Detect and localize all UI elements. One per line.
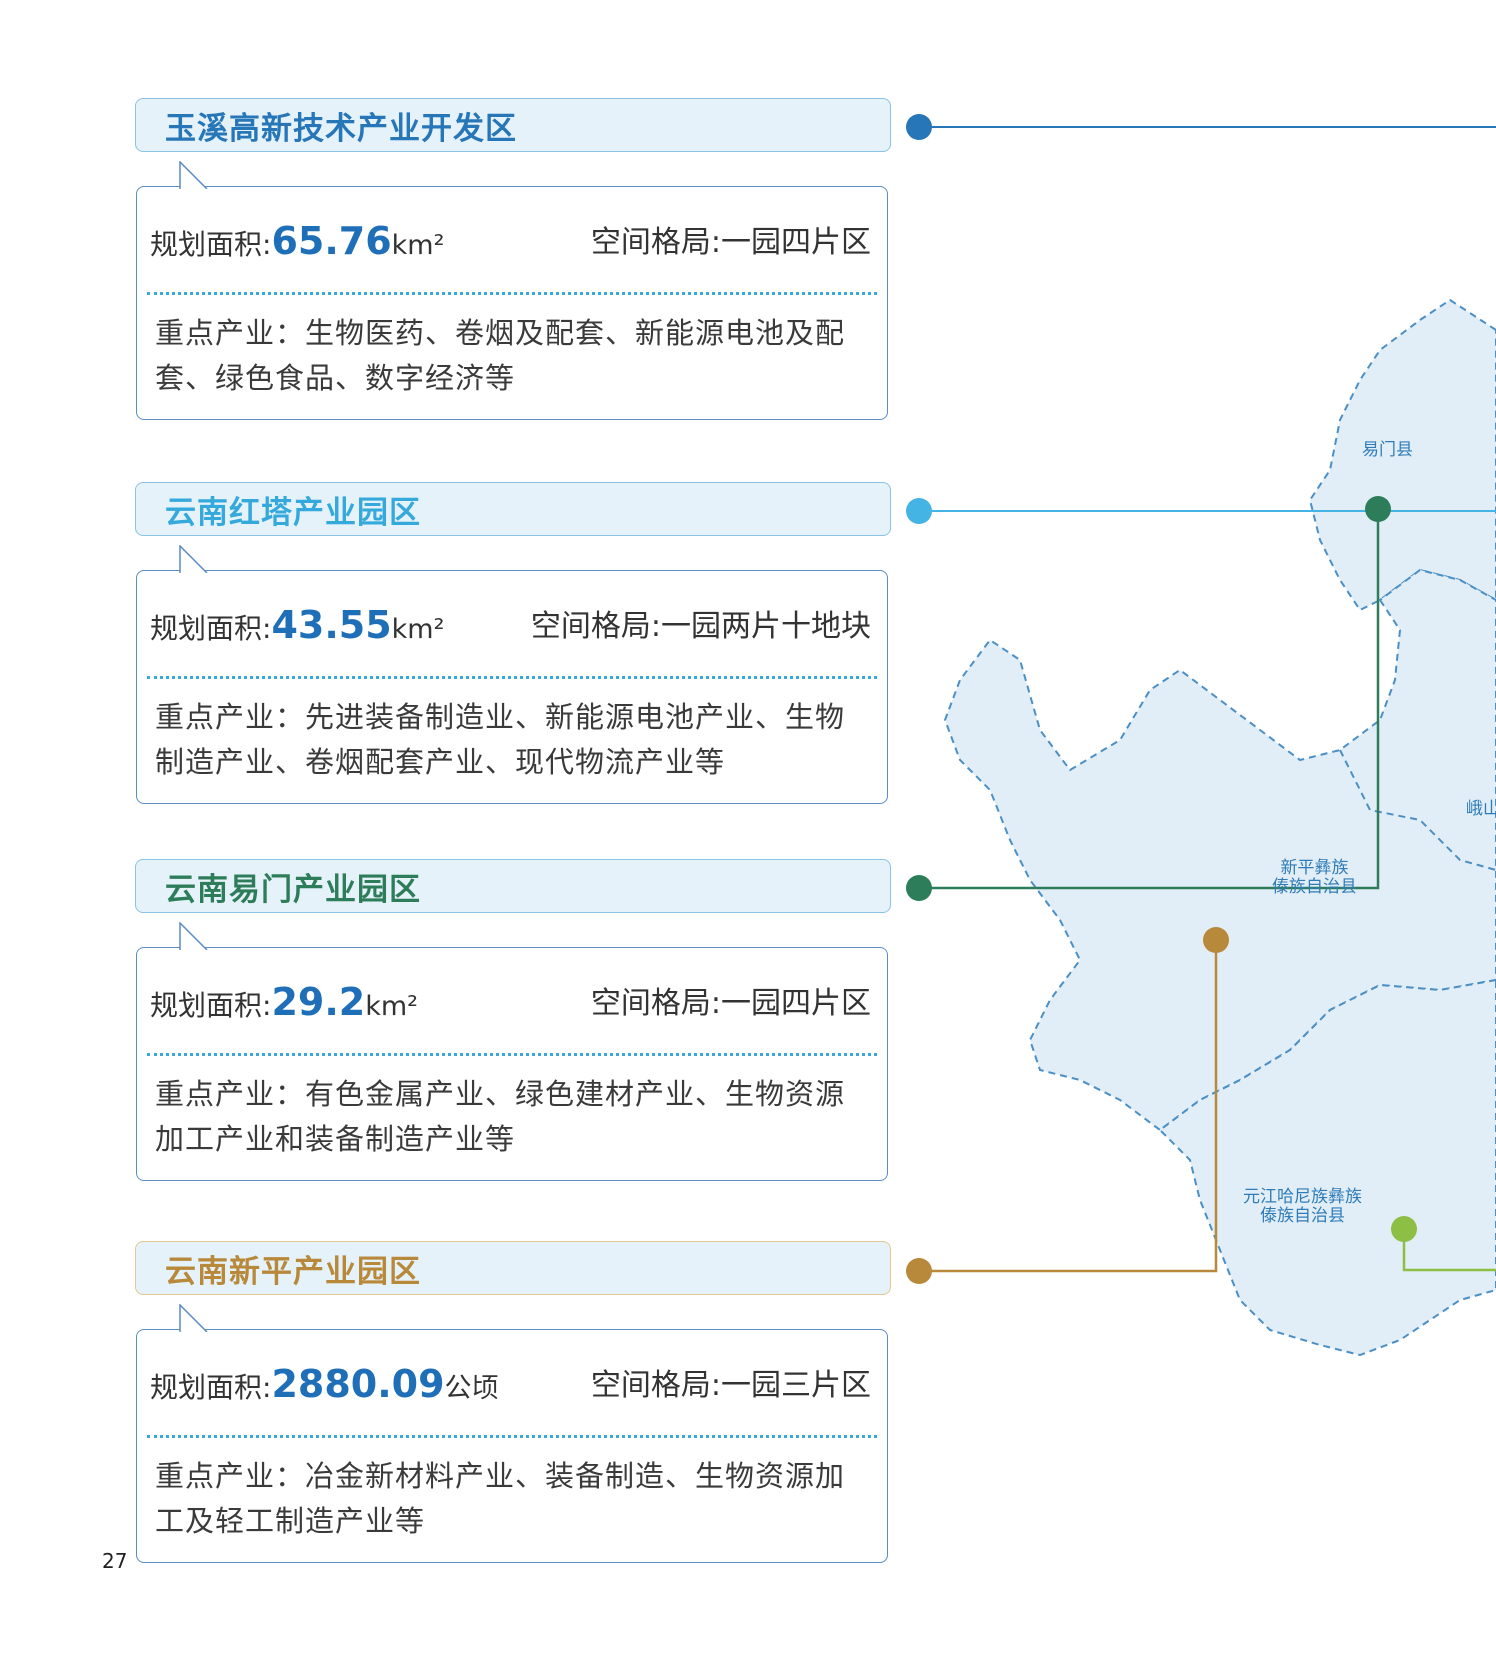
park-xinping: 云南新平产业园区 规划面积:2880.09公顷 空间格局:一园三片区 重点产业：… — [135, 1241, 891, 1563]
key-industries: 重点产业：先进装备制造业、新能源电池产业、生物制造产业、卷烟配套产业、现代物流产… — [155, 700, 846, 779]
map-label-xinping: 新平彝族 傣族自治县 — [1272, 859, 1357, 897]
area-unit: km² — [391, 230, 445, 261]
callout-notch — [179, 545, 208, 573]
area-value: 2880.09 — [271, 1362, 445, 1406]
connector-dot-yuxi — [906, 114, 932, 140]
planned-area: 规划面积:43.55km² — [150, 603, 444, 647]
area-value: 29.2 — [271, 980, 366, 1024]
planned-area: 规划面积:2880.09公顷 — [150, 1362, 499, 1406]
map-label-eshan: 峨山 — [1466, 799, 1496, 819]
area-unit: km² — [391, 614, 445, 645]
spatial-layout: 空间格局:一园两片十地块 — [530, 609, 871, 644]
planned-area: 规划面积:65.76km² — [150, 219, 444, 263]
park-header: 云南红塔产业园区 — [135, 482, 891, 536]
area-label: 规划面积: — [150, 228, 272, 261]
area-label: 规划面积: — [150, 612, 272, 645]
callout-notch — [179, 922, 208, 950]
area-unit: 公顷 — [444, 1373, 499, 1404]
park-title: 云南易门产业园区 — [165, 871, 421, 908]
map-dot-yuanjiang — [1391, 1216, 1417, 1242]
map-label-yuanjiang-line2: 傣族自治县 — [1260, 1206, 1345, 1226]
page-number: 27 — [102, 1549, 128, 1573]
park-title: 云南新平产业园区 — [165, 1253, 421, 1290]
park-yimen: 云南易门产业园区 规划面积:29.2km² 空间格局:一园四片区 重点产业：有色… — [135, 859, 891, 1181]
spatial-layout: 空间格局:一园四片区 — [590, 225, 871, 260]
park-title: 玉溪高新技术产业开发区 — [165, 110, 517, 147]
park-info-card: 规划面积:29.2km² 空间格局:一园四片区 重点产业：有色金属产业、绿色建材… — [136, 922, 888, 1181]
park-yuxi-hightech: 玉溪高新技术产业开发区 规划面积:65.76km² 空间格局:一园四片区 重点产… — [135, 98, 891, 420]
area-label: 规划面积: — [150, 989, 272, 1022]
map-dot-yimen — [1365, 496, 1391, 522]
map-label-yuanjiang: 元江哈尼族彝族 傣族自治县 — [1243, 1188, 1362, 1226]
callout-notch — [179, 1304, 208, 1332]
area-value: 65.76 — [271, 219, 392, 263]
park-info-card: 规划面积:2880.09公顷 空间格局:一园三片区 重点产业：冶金新材料产业、装… — [136, 1304, 888, 1563]
spatial-layout: 空间格局:一园四片区 — [590, 986, 871, 1021]
callout-notch — [179, 161, 208, 189]
key-industries: 重点产业：冶金新材料产业、装备制造、生物资源加工及轻工制造产业等 — [155, 1459, 846, 1538]
park-title: 云南红塔产业园区 — [165, 494, 421, 531]
connector-dot-yimen — [906, 875, 932, 901]
map-label-xinping-line1: 新平彝族 — [1280, 858, 1349, 878]
connector-dot-hongta — [906, 498, 932, 524]
park-header: 玉溪高新技术产业开发区 — [135, 98, 891, 152]
map-label-yuanjiang-line1: 元江哈尼族彝族 — [1243, 1187, 1362, 1207]
park-hongta: 云南红塔产业园区 规划面积:43.55km² 空间格局:一园两片十地块 重点产业… — [135, 482, 891, 804]
area-label: 规划面积: — [150, 1371, 272, 1404]
spatial-layout: 空间格局:一园三片区 — [590, 1368, 871, 1403]
map-dot-xinping — [1203, 927, 1229, 953]
planned-area: 规划面积:29.2km² — [150, 980, 418, 1024]
park-header: 云南新平产业园区 — [135, 1241, 891, 1295]
key-industries: 重点产业：有色金属产业、绿色建材产业、生物资源加工产业和装备制造产业等 — [155, 1077, 846, 1156]
map-label-xinping-line2: 傣族自治县 — [1272, 877, 1357, 897]
connector-dot-xinping — [906, 1258, 932, 1284]
area-value: 43.55 — [271, 603, 392, 647]
key-industries: 重点产业：生物医药、卷烟及配套、新能源电池及配套、绿色食品、数字经济等 — [155, 316, 846, 395]
park-header: 云南易门产业园区 — [135, 859, 891, 913]
park-info-card: 规划面积:43.55km² 空间格局:一园两片十地块 重点产业：先进装备制造业、… — [136, 545, 888, 804]
park-info-card: 规划面积:65.76km² 空间格局:一园四片区 重点产业：生物医药、卷烟及配套… — [136, 161, 888, 420]
map-label-yimen: 易门县 — [1362, 440, 1413, 460]
area-unit: km² — [365, 991, 418, 1022]
